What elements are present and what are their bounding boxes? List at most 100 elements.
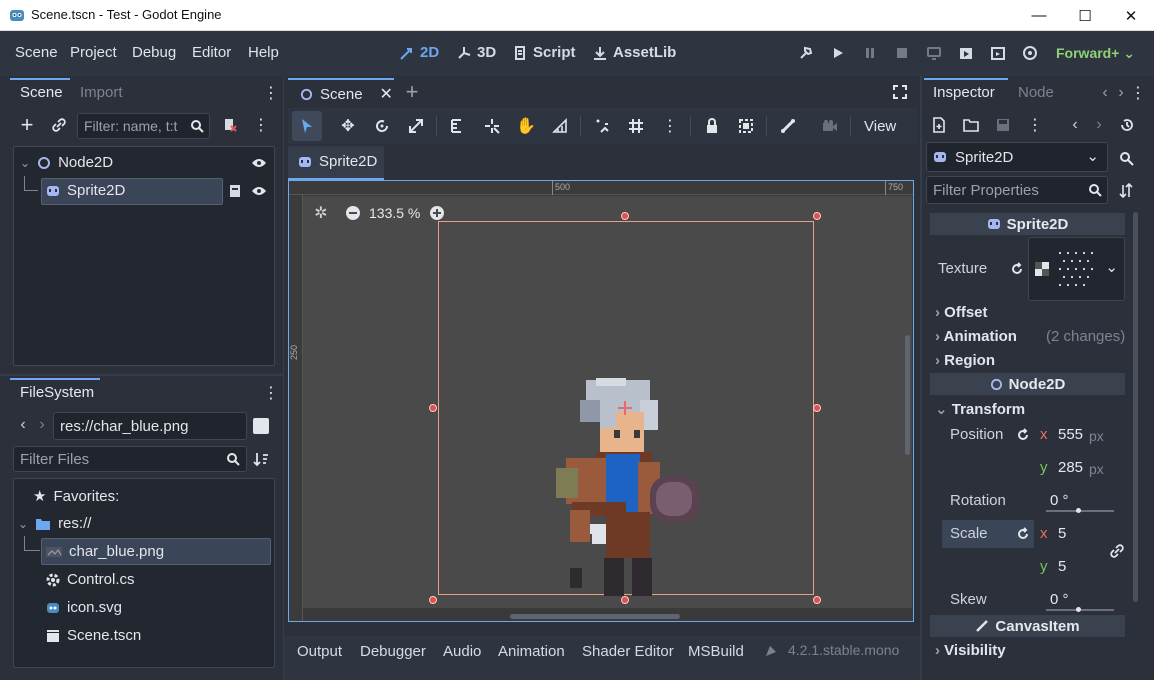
pan-hand-icon[interactable]: ✋ — [515, 115, 537, 137]
resize-handle[interactable] — [429, 596, 437, 604]
snap-smart-icon[interactable] — [592, 115, 614, 137]
tab-output[interactable]: Output — [297, 643, 342, 660]
resource-options-icon[interactable]: ⋮ — [1024, 114, 1046, 136]
add-node-icon[interactable]: + — [16, 112, 38, 137]
node-tab[interactable]: Sprite2D — [288, 146, 384, 180]
section-animation[interactable]: › Animation — [935, 328, 1017, 345]
section-transform[interactable]: ⌄ Transform — [935, 400, 1025, 418]
path-field[interactable]: res://char_blue.png — [53, 412, 247, 440]
scale-x-field[interactable]: 5 — [1058, 525, 1066, 542]
update-spinner-icon[interactable] — [760, 640, 782, 662]
tab-scene[interactable]: Scene — [20, 84, 63, 101]
stop-icon[interactable] — [892, 43, 912, 63]
renderer-selector[interactable]: Forward+ ⌄ — [1056, 45, 1135, 62]
play-icon[interactable] — [828, 43, 848, 63]
sort-icon[interactable] — [250, 448, 272, 470]
distraction-free-icon[interactable] — [889, 81, 911, 103]
resize-handle[interactable] — [621, 596, 629, 604]
tab-animation[interactable]: Animation — [498, 643, 565, 660]
workspace-script-button[interactable]: Script — [512, 44, 576, 61]
movie-maker-icon[interactable] — [1020, 43, 1040, 63]
ruler-measure-icon[interactable] — [549, 115, 571, 137]
dock-menu-icon[interactable]: ⋮ — [260, 82, 282, 104]
menu-scene[interactable]: Scene — [15, 44, 58, 61]
node-documentation-icon[interactable] — [1116, 148, 1138, 170]
minimize-button[interactable]: — — [1016, 0, 1062, 31]
scale-mode-icon[interactable] — [405, 115, 427, 137]
tree-row-sprite2d[interactable]: Sprite2D — [46, 182, 125, 199]
rotate-mode-icon[interactable] — [371, 115, 393, 137]
menu-debug[interactable]: Debug — [132, 44, 176, 61]
favorites-row[interactable]: ★ Favorites: — [33, 487, 119, 506]
file-row-scene-tscn[interactable]: Scene.tscn — [46, 627, 141, 644]
skew-slider-knob[interactable] — [1076, 607, 1081, 612]
tab-inspector[interactable]: Inspector — [933, 84, 995, 101]
revert-icon[interactable] — [1012, 523, 1034, 545]
resize-handle[interactable] — [813, 404, 821, 412]
visibility-eye-icon[interactable] — [248, 152, 270, 174]
workspace-3d-button[interactable]: 3D — [456, 44, 496, 61]
zoom-level[interactable]: 133.5 % — [369, 205, 420, 221]
save-icon[interactable] — [992, 114, 1014, 136]
snap-options-icon[interactable]: ⋮ — [659, 115, 681, 137]
close-window-button[interactable]: ✕ — [1108, 0, 1154, 31]
res-folder-row[interactable]: ⌄ res:// — [18, 515, 91, 532]
rotation-field[interactable]: 0 ° — [1050, 492, 1069, 509]
menu-editor[interactable]: Editor — [192, 44, 231, 61]
tab-scene-file[interactable]: Scene ✕ — [300, 84, 393, 104]
file-row-char-blue[interactable]: char_blue.png — [46, 543, 164, 560]
forward-icon[interactable]: › — [31, 414, 53, 436]
camera-override-icon[interactable] — [819, 115, 841, 137]
resize-handle[interactable] — [813, 596, 821, 604]
history-forward-icon[interactable]: › — [1088, 114, 1110, 136]
tab-debugger[interactable]: Debugger — [360, 643, 426, 660]
section-offset[interactable]: › Offset — [935, 304, 988, 321]
zoom-out-icon[interactable] — [342, 202, 364, 224]
horizontal-scrollbar[interactable] — [510, 614, 680, 619]
new-resource-icon[interactable] — [928, 114, 950, 136]
texture-picker[interactable]: ⌄ — [1028, 237, 1125, 301]
chevron-down-icon[interactable]: ⌄ — [18, 517, 28, 531]
workspace-2d-button[interactable]: 2D — [399, 44, 439, 61]
menu-help[interactable]: Help — [248, 44, 279, 61]
snap-grid-icon[interactable] — [625, 115, 647, 137]
remote-debug-icon[interactable] — [924, 43, 944, 63]
link-icon[interactable] — [48, 114, 70, 136]
resize-handle[interactable] — [621, 212, 629, 220]
tab-node[interactable]: Node — [1018, 84, 1054, 101]
close-icon[interactable]: ✕ — [380, 84, 393, 104]
chevron-down-icon[interactable]: ⌄ — [20, 156, 30, 170]
property-options-icon[interactable] — [1116, 180, 1138, 202]
history-back-icon[interactable]: ‹ — [1064, 114, 1086, 136]
attach-script-icon[interactable] — [219, 114, 241, 136]
toggle-split-icon[interactable] — [253, 418, 269, 434]
inspector-scrollbar[interactable] — [1133, 212, 1138, 602]
pivot-mode-icon[interactable] — [481, 115, 503, 137]
script-attached-icon[interactable] — [224, 180, 246, 202]
tab-import[interactable]: Import — [80, 84, 123, 101]
move-mode-icon[interactable]: ✥ — [337, 115, 359, 137]
tab-shader-editor[interactable]: Shader Editor — [582, 643, 674, 660]
revert-icon[interactable] — [1006, 258, 1028, 280]
dock-menu-icon[interactable]: ⋮ — [1127, 82, 1149, 104]
tab-msbuild[interactable]: MSBuild — [688, 643, 744, 660]
play-scene-icon[interactable] — [956, 43, 976, 63]
filter-files-input[interactable]: Filter Files — [13, 446, 247, 472]
scene-options-icon[interactable]: ⋮ — [250, 114, 272, 136]
vertical-scrollbar[interactable] — [905, 335, 910, 455]
node-selector[interactable]: Sprite2D ⌄ — [926, 142, 1108, 172]
dock-menu-icon[interactable]: ⋮ — [260, 382, 282, 404]
view-menu-button[interactable]: View — [864, 118, 896, 135]
maximize-button[interactable]: ☐ — [1062, 0, 1108, 31]
section-region[interactable]: › Region — [935, 352, 995, 369]
filter-properties-input[interactable]: Filter Properties — [926, 176, 1108, 204]
file-row-icon-svg[interactable]: icon.svg — [46, 599, 122, 616]
group-icon[interactable] — [735, 115, 757, 137]
section-visibility[interactable]: › Visibility — [935, 642, 1006, 659]
build-hammer-icon[interactable] — [796, 43, 816, 63]
pause-icon[interactable] — [860, 43, 880, 63]
revert-icon[interactable] — [1012, 424, 1034, 446]
select-mode-icon[interactable] — [296, 115, 318, 137]
position-y-field[interactable]: 285 — [1058, 459, 1083, 476]
ruler-mode-icon[interactable] — [446, 115, 468, 137]
